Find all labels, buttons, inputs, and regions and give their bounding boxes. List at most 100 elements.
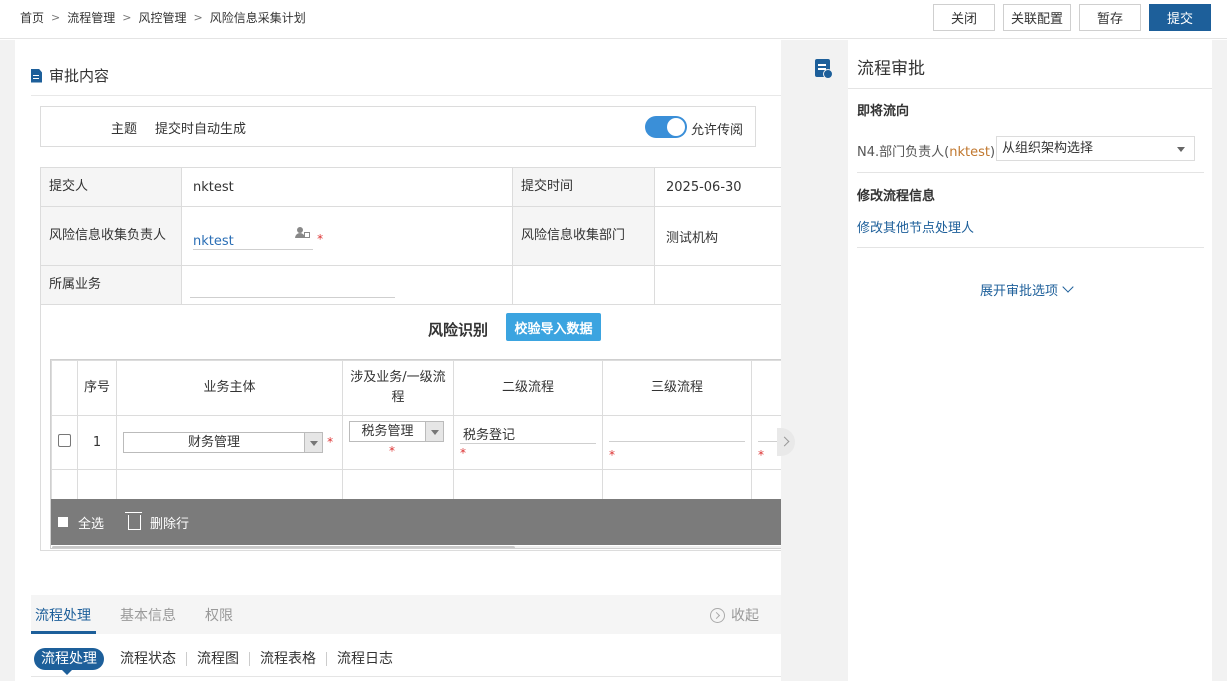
level2-cell: 税务登记 *	[453, 415, 603, 470]
tab-process-handling[interactable]: 流程处理	[35, 605, 91, 625]
chevron-down-icon	[304, 433, 322, 452]
empty-cell	[116, 469, 343, 501]
trash-icon[interactable]	[125, 511, 143, 530]
breadcrumb-separator: >	[51, 11, 61, 24]
table-header-row: 序号 业务主体 涉及业务/一级流程 二级流程 三级流程	[51, 360, 781, 416]
divider	[848, 88, 1212, 89]
owner-cell: nktest *	[181, 206, 513, 266]
approval-document-icon[interactable]	[815, 59, 833, 79]
tab-permissions[interactable]: 权限	[205, 605, 233, 625]
owner-field[interactable]: nktest	[193, 227, 313, 250]
process-subtabs: 流程处理 流程状态 流程图 流程表格 流程日志	[34, 648, 403, 675]
expand-approval-options[interactable]: 展开审批选项	[980, 280, 1074, 299]
subtab-process-table[interactable]: 流程表格	[250, 652, 327, 666]
chevron-down-icon	[425, 422, 443, 441]
submit-time-label: 提交时间	[512, 167, 655, 207]
entity-cell: 财务管理 *	[116, 415, 343, 470]
entity-select[interactable]: 财务管理	[123, 432, 323, 453]
user-select-icon[interactable]	[295, 227, 310, 239]
required-marker: *	[327, 435, 334, 449]
handler-select-value: 从组织架构选择	[1002, 141, 1094, 156]
dept-label: 风险信息收集部门	[512, 206, 655, 266]
subtab-process-log[interactable]: 流程日志	[327, 652, 403, 666]
save-draft-button[interactable]: 暂存	[1079, 4, 1141, 31]
info-table: 提交人 nktest 提交时间 2025-06-30 风险信息收集负责人 nkt…	[40, 167, 781, 305]
submit-button[interactable]: 提交	[1149, 4, 1211, 31]
empty-cell	[342, 469, 454, 501]
column-header: 涉及业务/一级流程	[342, 360, 454, 416]
column-header: 三级流程	[602, 360, 752, 416]
risk-grid: 序号 业务主体 涉及业务/一级流程 二级流程 三级流程 1 财务管理 * 税务管…	[50, 359, 781, 549]
row-checkbox-cell	[51, 415, 78, 470]
breadcrumb-separator: >	[122, 11, 132, 24]
allow-circulate-toggle[interactable]	[645, 116, 687, 138]
breadcrumb-process-management[interactable]: 流程管理	[67, 9, 115, 26]
empty-cell	[751, 469, 781, 501]
row-checkbox[interactable]	[58, 434, 71, 447]
collapse-button[interactable]: 收起	[710, 605, 759, 625]
empty-cell	[654, 265, 781, 305]
modify-other-handlers-link[interactable]: 修改其他节点处理人	[857, 217, 974, 236]
close-button[interactable]: 关闭	[933, 4, 995, 31]
link-config-button[interactable]: 关联配置	[1003, 4, 1071, 31]
active-tab-indicator	[31, 631, 96, 634]
breadcrumb-current: 风险信息采集计划	[209, 11, 306, 25]
bottom-tabs: 流程处理 基本信息 权限 收起	[31, 595, 781, 634]
panel-gap	[781, 40, 801, 681]
verify-import-button[interactable]: 校验导入数据	[506, 313, 601, 341]
top-bar: 首页 > 流程管理 > 风控管理 > 风险信息采集计划 关闭 关联配置 暂存 提…	[0, 0, 1227, 39]
subtab-process-status[interactable]: 流程状态	[110, 652, 187, 666]
column-header: 序号	[77, 360, 117, 416]
level2-input[interactable]: 税务登记	[460, 424, 596, 444]
empty-cell	[602, 469, 752, 501]
empty-cell	[512, 265, 655, 305]
risk-table: 序号 业务主体 涉及业务/一级流程 二级流程 三级流程 1 财务管理 * 税务管…	[51, 360, 781, 501]
horizontal-scrollbar[interactable]	[52, 546, 781, 548]
subtab-process-handling[interactable]: 流程处理	[34, 648, 104, 675]
section-title-text: 审批内容	[49, 67, 110, 85]
document-icon	[31, 68, 42, 83]
delete-row-button[interactable]: 删除行	[150, 513, 189, 532]
select-all-label[interactable]: 全选	[78, 513, 104, 532]
business-cell	[181, 265, 513, 305]
level3-input[interactable]	[609, 424, 745, 442]
next-flow-heading: 即将流向	[857, 104, 910, 119]
empty-cell	[453, 469, 603, 501]
table-row: 1 财务管理 * 税务管理 * 税务登记 * * *	[51, 415, 781, 470]
submit-time-value: 2025-06-30	[654, 167, 781, 207]
scrollbar-thumb[interactable]	[52, 546, 515, 548]
section-title: 审批内容	[31, 65, 109, 86]
left-gutter	[0, 40, 15, 681]
divider	[31, 95, 781, 96]
handler-select[interactable]: 从组织架构选择	[996, 136, 1195, 161]
header-checkbox-cell	[51, 360, 78, 416]
business-select-value: 税务管理	[361, 424, 414, 439]
empty-cell	[51, 469, 78, 501]
owner-label: 风险信息收集负责人	[40, 206, 182, 266]
business-input[interactable]	[190, 280, 395, 298]
breadcrumb-risk-management[interactable]: 风控管理	[138, 9, 186, 26]
row-index: 1	[77, 415, 117, 470]
tab-basic-info[interactable]: 基本信息	[120, 605, 176, 625]
collapse-label: 收起	[731, 608, 759, 624]
breadcrumb: 首页 > 流程管理 > 风控管理 > 风险信息采集计划	[20, 9, 306, 26]
submitter-value: nktest	[181, 167, 513, 207]
business-select[interactable]: 税务管理	[349, 421, 444, 442]
node-close: )	[989, 145, 996, 160]
select-all-checkbox[interactable]	[58, 517, 68, 527]
approval-panel-sidebar	[801, 40, 848, 681]
divider	[31, 676, 781, 677]
breadcrumb-home[interactable]: 首页	[20, 9, 44, 26]
breadcrumb-separator: >	[193, 11, 203, 24]
required-marker: *	[317, 232, 324, 246]
required-marker: *	[609, 448, 615, 462]
approval-content-panel: 审批内容 主题 提交时自动生成 允许传阅 提交人 nktest 提交时间 202…	[15, 40, 781, 681]
chevron-down-icon	[1062, 281, 1074, 293]
business-cell: 税务管理 *	[342, 415, 454, 470]
subject-value: 提交时自动生成	[155, 122, 247, 137]
subtab-process-chart[interactable]: 流程图	[187, 652, 250, 666]
required-marker: *	[460, 446, 466, 460]
grid-footer: 全选 删除行	[51, 499, 781, 545]
modify-flow-heading: 修改流程信息	[857, 189, 936, 204]
subject-label: 主题	[111, 122, 138, 137]
